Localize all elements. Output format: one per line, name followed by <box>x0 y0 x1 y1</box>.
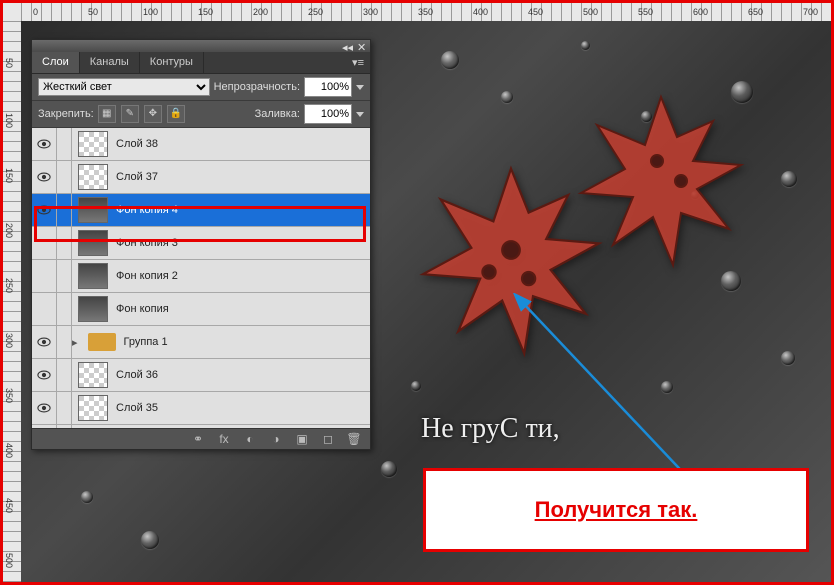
layer-thumbnail[interactable] <box>78 263 108 289</box>
layer-row[interactable]: Фон копия 3 <box>32 227 370 260</box>
ruler-corner <box>3 3 22 22</box>
lock-transparent-icon[interactable]: ▦ <box>98 105 116 123</box>
lock-label: Закрепить: <box>38 108 94 120</box>
layer-name[interactable]: Слой 37 <box>114 171 370 183</box>
layer-name[interactable]: Фон копия 2 <box>114 270 370 282</box>
opacity-dropdown-icon[interactable] <box>356 85 364 90</box>
callout-text: Получится так. <box>535 497 698 523</box>
blend-mode-select[interactable]: Жесткий свет <box>38 78 210 96</box>
panel-header[interactable]: ◂◂ ✕ <box>32 40 370 52</box>
canvas-script-text: Не груС ти, <box>421 413 560 445</box>
layer-thumbnail[interactable] <box>78 131 108 157</box>
lock-all-icon[interactable]: 🔒 <box>167 105 185 123</box>
layer-name[interactable]: Слой 38 <box>114 138 370 150</box>
mask-icon[interactable]: ◐ <box>242 432 258 446</box>
layer-row[interactable]: Фон копия 2 <box>32 260 370 293</box>
screenshot-stage: 0501001502002503003504004505005506006507… <box>0 0 834 585</box>
ruler-horizontal: 0501001502002503003504004505005506006507… <box>21 3 831 22</box>
trash-icon[interactable]: 🗑 <box>346 432 362 446</box>
lock-paint-icon[interactable]: ✎ <box>121 105 139 123</box>
visibility-toggle[interactable] <box>32 392 57 424</box>
layer-name[interactable]: Фон копия 4 <box>114 204 370 216</box>
layer-row[interactable]: Слой 37 <box>32 161 370 194</box>
visibility-toggle[interactable] <box>32 161 57 193</box>
layer-thumbnail[interactable] <box>78 164 108 190</box>
layer-thumbnail[interactable] <box>78 296 108 322</box>
layer-name[interactable]: Фон копия <box>114 303 370 315</box>
fill-dropdown-icon[interactable] <box>356 112 364 117</box>
layer-name[interactable]: Фон копия 3 <box>114 237 370 249</box>
fill-input[interactable] <box>304 104 352 124</box>
layer-thumbnail[interactable] <box>78 362 108 388</box>
tab-paths[interactable]: Контуры <box>140 52 204 73</box>
panel-collapse-icon[interactable]: ◂◂ <box>342 41 351 50</box>
lock-move-icon[interactable]: ✥ <box>144 105 162 123</box>
link-icon[interactable]: ⚭ <box>190 432 206 446</box>
layer-thumbnail[interactable] <box>88 333 116 351</box>
layer-row[interactable]: Слой 35 <box>32 392 370 425</box>
visibility-toggle[interactable] <box>32 128 57 160</box>
visibility-toggle[interactable] <box>32 260 57 292</box>
tab-layers[interactable]: Слои <box>32 52 80 73</box>
layer-thumbnail[interactable] <box>78 230 108 256</box>
fill-label: Заливка: <box>255 108 300 120</box>
layer-name[interactable]: Слой 36 <box>114 369 370 381</box>
panel-menu-icon[interactable]: ▾≡ <box>346 52 370 73</box>
panel-close-icon[interactable]: ✕ <box>357 41 366 50</box>
layer-row[interactable]: Слой 36 <box>32 359 370 392</box>
visibility-toggle[interactable] <box>32 359 57 391</box>
visibility-toggle[interactable] <box>32 227 57 259</box>
layer-row[interactable]: Фон копия <box>32 293 370 326</box>
tab-channels[interactable]: Каналы <box>80 52 140 73</box>
visibility-toggle[interactable] <box>32 194 57 226</box>
layer-thumbnail[interactable] <box>78 197 108 223</box>
layer-name[interactable]: Слой 35 <box>114 402 370 414</box>
leaf-right <box>561 81 761 281</box>
ruler-vertical: 50100150200250300350400450500 <box>3 21 22 582</box>
group-icon[interactable]: ▣ <box>294 432 310 446</box>
adjust-icon[interactable]: ◑ <box>268 432 284 446</box>
opacity-label: Непрозрачность: <box>214 81 300 93</box>
opacity-input[interactable] <box>304 77 352 97</box>
visibility-toggle[interactable] <box>32 326 57 358</box>
new-icon[interactable]: ◻ <box>320 432 336 446</box>
layer-row[interactable]: ▸Группа 1 <box>32 326 370 359</box>
fx-icon[interactable]: fx <box>216 432 232 446</box>
layer-thumbnail[interactable] <box>78 395 108 421</box>
layer-row[interactable]: Слой 38 <box>32 128 370 161</box>
layer-list: Слой 38 Слой 37 Фон копия 4 Фон копия 3 Фон … <box>32 128 370 428</box>
panel-footer: ⚭ fx ◐ ◑ ▣ ◻ 🗑 <box>32 428 370 449</box>
layer-name[interactable]: Группа 1 <box>122 336 370 348</box>
callout-box: Получится так. <box>423 468 809 552</box>
visibility-toggle[interactable] <box>32 293 57 325</box>
layer-row[interactable]: Фон копия 4 <box>32 194 370 227</box>
visibility-toggle[interactable] <box>32 425 57 428</box>
layers-panel: ◂◂ ✕ Слои Каналы Контуры ▾≡ Жесткий свет… <box>31 39 371 450</box>
panel-tabs: Слои Каналы Контуры ▾≡ <box>32 52 370 74</box>
